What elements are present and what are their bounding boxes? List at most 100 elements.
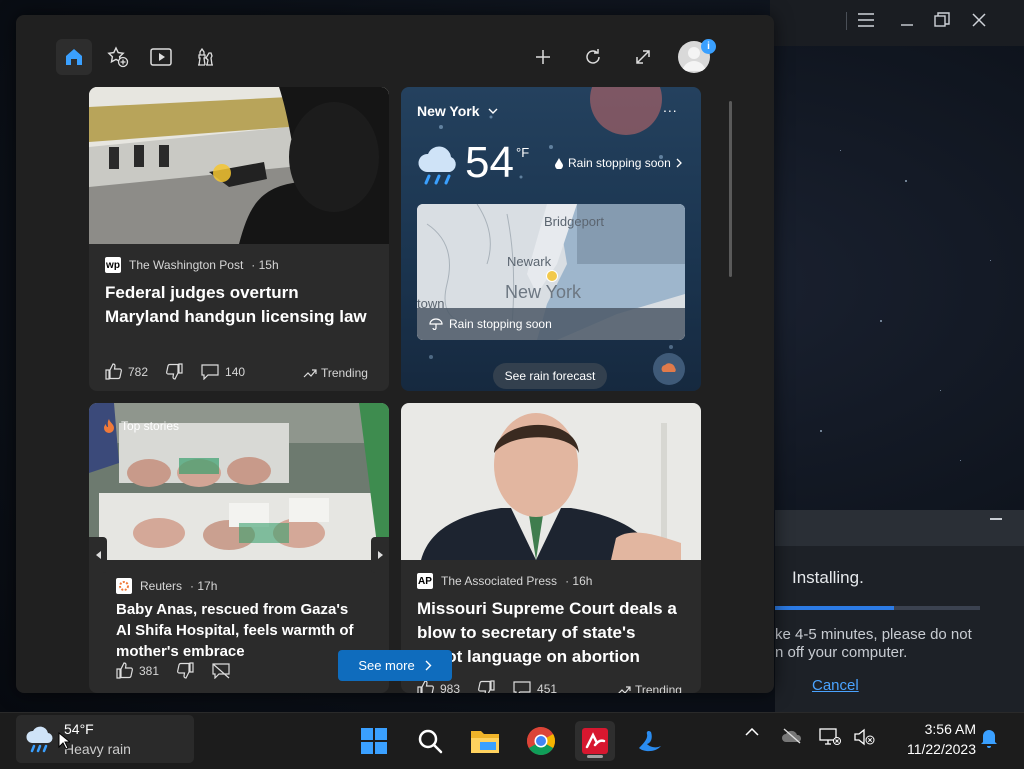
see-more-label: See more — [358, 658, 415, 673]
reuters-logo-icon — [116, 578, 132, 594]
news-actions: 381 — [116, 662, 248, 679]
system-clock[interactable]: 3:56 AM 11/22/2023 — [886, 719, 976, 759]
location-pin-icon — [546, 270, 558, 282]
see-rain-forecast-button[interactable]: See rain forecast — [493, 363, 607, 389]
news-source: Reuters · 17h — [116, 578, 217, 594]
thumbs-down-icon — [166, 363, 183, 380]
news-age-value: 16h — [572, 574, 593, 588]
carousel-next-button[interactable] — [371, 537, 389, 573]
dislike-button[interactable] — [478, 680, 495, 693]
news-source-name: The Washington Post — [129, 258, 244, 272]
video-button[interactable] — [143, 39, 179, 75]
comment-button[interactable]: 451 — [513, 680, 557, 693]
show-hidden-icons-button[interactable] — [742, 728, 762, 736]
comment-button[interactable]: 140 — [201, 363, 245, 380]
mouse-cursor-icon — [58, 731, 72, 755]
see-more-button[interactable]: See more — [338, 650, 452, 681]
weather-condition-link[interactable]: Rain stopping soon — [555, 156, 682, 170]
restore-icon[interactable] — [934, 12, 950, 33]
chrome-button[interactable] — [521, 721, 561, 761]
wapo-logo-icon: wp — [105, 257, 121, 273]
weather-map[interactable]: Bridgeport Newark New York town Rain sto… — [417, 204, 685, 340]
active-app-indicator — [587, 755, 603, 758]
expand-button[interactable] — [625, 39, 661, 75]
antivirus-button[interactable] — [575, 721, 615, 761]
start-button[interactable] — [354, 721, 394, 761]
comments-disabled-button[interactable] — [212, 662, 230, 679]
installer-progress-fill — [775, 606, 894, 610]
headline-line: Baby Anas, rescued from Gaza's — [116, 601, 349, 618]
like-button[interactable]: 782 — [105, 363, 148, 380]
news-photo-speaker — [401, 403, 701, 560]
thumbs-up-icon — [105, 363, 122, 380]
background-window-titlebar — [770, 0, 1024, 46]
panel-scrollbar[interactable] — [729, 101, 732, 277]
flame-icon — [104, 419, 114, 433]
onedrive-tray-icon[interactable] — [780, 728, 804, 744]
chevron-right-icon — [425, 660, 432, 671]
menu-icon[interactable] — [858, 12, 874, 32]
news-age: · 15h — [251, 258, 279, 272]
comment-icon — [513, 680, 531, 693]
bird-app-button[interactable] — [630, 721, 670, 761]
dislike-button[interactable] — [166, 363, 183, 380]
thumbs-down-icon — [177, 662, 194, 679]
weather-more-button[interactable]: ... — [663, 99, 678, 115]
news-actions: 983 451 — [417, 680, 575, 693]
map-caption-text: Rain stopping soon — [449, 317, 552, 331]
minimize-icon[interactable] — [900, 12, 914, 32]
like-button[interactable]: 381 — [116, 662, 159, 679]
ap-logo-icon: AP — [417, 573, 433, 589]
favorites-button[interactable] — [100, 39, 136, 75]
bell-icon — [981, 730, 997, 748]
star-add-icon — [107, 46, 129, 68]
expand-icon — [636, 50, 650, 64]
refresh-button[interactable] — [575, 39, 611, 75]
home-button[interactable] — [56, 39, 92, 75]
headline-line: Federal judges overturn — [105, 283, 299, 302]
installer-cancel-link[interactable]: Cancel — [812, 677, 859, 694]
dislike-button[interactable] — [177, 662, 194, 679]
news-headline[interactable]: Federal judges overturn Maryland handgun… — [105, 281, 380, 329]
news-headline[interactable]: Baby Anas, rescued from Gaza's Al Shifa … — [116, 599, 376, 662]
close-icon[interactable] — [972, 12, 986, 32]
like-count: 381 — [139, 663, 160, 678]
map-label-town: town — [417, 296, 445, 311]
games-button[interactable] — [187, 39, 223, 75]
search-button[interactable] — [410, 721, 450, 761]
chrome-icon — [527, 727, 555, 755]
news-card-wapo[interactable]: wp The Washington Post · 15h Federal jud… — [89, 87, 389, 391]
add-widget-button[interactable] — [525, 39, 561, 75]
thumbs-up-icon — [417, 680, 434, 693]
bird-app-icon — [639, 730, 661, 752]
taskbar-weather-widget[interactable]: 54°F Heavy rain — [16, 715, 194, 763]
weather-unit: °F — [516, 145, 530, 160]
file-explorer-button[interactable] — [465, 721, 505, 761]
volume-tray-icon[interactable] — [852, 728, 876, 746]
trending-icon — [618, 686, 631, 693]
headline-line: Al Shifa Hospital, feels warmth of — [116, 622, 354, 639]
installer-message-line1: ke 4-5 minutes, please do not — [775, 626, 972, 643]
carousel-prev-button[interactable] — [89, 537, 107, 573]
refresh-icon — [586, 49, 600, 64]
trending-icon — [303, 369, 317, 378]
wapo-logo-text: wp — [106, 259, 120, 271]
weather-condition: Rain stopping soon — [568, 156, 671, 170]
weather-app-icon[interactable] — [653, 353, 685, 385]
comment-icon — [201, 363, 219, 380]
weather-location-selector[interactable]: New York — [417, 103, 498, 119]
start-icon — [361, 728, 387, 754]
file-explorer-icon — [471, 731, 499, 753]
weather-card[interactable]: New York ... 54 °F Rain stopping soon Br… — [401, 87, 701, 391]
chevron-right-icon — [377, 551, 383, 559]
thumbs-down-icon — [478, 680, 495, 693]
news-headline[interactable]: Missouri Supreme Court deals a blow to s… — [417, 597, 697, 669]
installer-minimize-icon[interactable] — [990, 518, 1002, 520]
map-caption: Rain stopping soon — [429, 317, 552, 331]
like-button[interactable]: 983 — [417, 680, 460, 693]
chevron-left-icon — [95, 551, 101, 559]
notifications-button[interactable] — [978, 728, 1000, 748]
news-age: · 16h — [565, 574, 593, 588]
play-icon — [150, 48, 172, 66]
network-tray-icon[interactable] — [818, 728, 842, 746]
